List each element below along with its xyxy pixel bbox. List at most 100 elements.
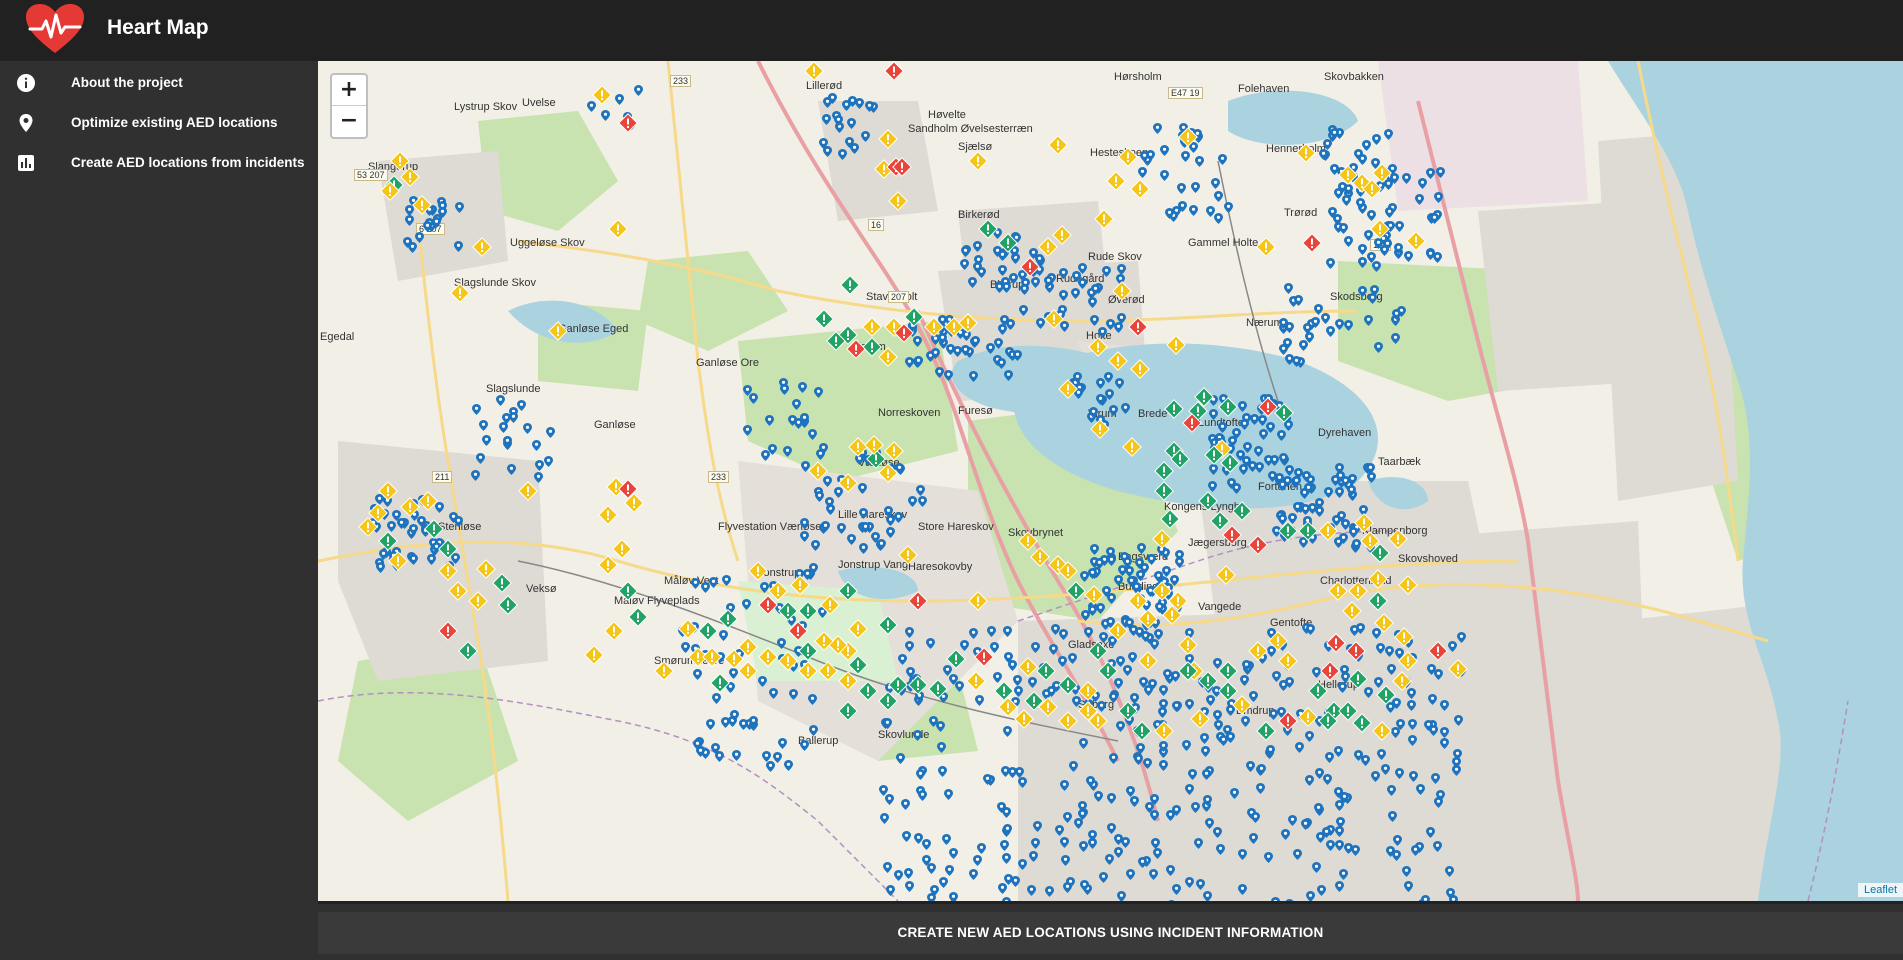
safe-warning-diamond-icon[interactable]: [946, 649, 966, 674]
safe-warning-diamond-icon[interactable]: [1194, 387, 1214, 412]
aed-pin-icon[interactable]: [1018, 303, 1028, 321]
warning-warning-diamond-icon[interactable]: [678, 619, 698, 644]
aed-pin-icon[interactable]: [743, 423, 753, 441]
aed-pin-icon[interactable]: [1435, 165, 1445, 183]
aed-pin-icon[interactable]: [1190, 180, 1200, 198]
aed-pin-icon[interactable]: [1059, 288, 1068, 306]
warning-warning-diamond-icon[interactable]: [1372, 721, 1392, 746]
warning-warning-diamond-icon[interactable]: [818, 661, 838, 686]
aed-pin-icon[interactable]: [961, 343, 971, 361]
warning-warning-diamond-icon[interactable]: [1122, 437, 1142, 462]
warning-warning-diamond-icon[interactable]: [702, 647, 722, 672]
aed-pin-icon[interactable]: [943, 787, 953, 805]
safe-warning-diamond-icon[interactable]: [1132, 721, 1152, 746]
aed-pin-icon[interactable]: [615, 92, 625, 110]
aed-pin-icon[interactable]: [1312, 860, 1322, 878]
aed-pin-icon[interactable]: [1254, 460, 1264, 478]
aed-pin-icon[interactable]: [1314, 801, 1324, 819]
aed-pin-icon[interactable]: [913, 354, 923, 372]
aed-pin-icon[interactable]: [1375, 641, 1385, 659]
aed-pin-icon[interactable]: [859, 506, 869, 524]
warning-warning-diamond-icon[interactable]: [808, 461, 828, 486]
aed-pin-icon[interactable]: [1316, 883, 1326, 901]
aed-pin-icon[interactable]: [1335, 838, 1345, 856]
aed-pin-icon[interactable]: [916, 483, 926, 501]
aed-pin-icon[interactable]: [1194, 154, 1204, 172]
aed-pin-icon[interactable]: [455, 200, 465, 218]
aed-pin-icon[interactable]: [1255, 781, 1265, 799]
safe-warning-diamond-icon[interactable]: [994, 681, 1014, 706]
warning-warning-diamond-icon[interactable]: [958, 313, 978, 338]
warning-warning-diamond-icon[interactable]: [1248, 641, 1268, 666]
aed-pin-icon[interactable]: [1202, 889, 1212, 901]
aed-pin-icon[interactable]: [948, 672, 958, 690]
aed-pin-icon[interactable]: [1231, 481, 1241, 499]
aed-pin-icon[interactable]: [1107, 791, 1117, 809]
danger-warning-diamond-icon[interactable]: [908, 591, 928, 616]
danger-warning-diamond-icon[interactable]: [618, 113, 638, 138]
aed-pin-icon[interactable]: [822, 144, 832, 162]
safe-warning-diamond-icon[interactable]: [1308, 681, 1328, 706]
aed-pin-icon[interactable]: [1003, 624, 1013, 642]
warning-warning-diamond-icon[interactable]: [1370, 219, 1390, 244]
aed-pin-icon[interactable]: [986, 624, 996, 642]
safe-warning-diamond-icon[interactable]: [1318, 711, 1338, 736]
danger-warning-diamond-icon[interactable]: [1278, 711, 1298, 736]
aed-pin-icon[interactable]: [861, 129, 871, 147]
warning-warning-diamond-icon[interactable]: [878, 347, 898, 372]
aed-pin-icon[interactable]: [1090, 542, 1100, 560]
warning-warning-diamond-icon[interactable]: [1088, 337, 1108, 362]
aed-pin-icon[interactable]: [1007, 765, 1017, 783]
aed-pin-icon[interactable]: [857, 481, 867, 499]
aed-pin-icon[interactable]: [934, 365, 944, 383]
warning-warning-diamond-icon[interactable]: [1052, 225, 1072, 250]
aed-pin-icon[interactable]: [1172, 699, 1182, 717]
aed-pin-icon[interactable]: [1343, 234, 1353, 252]
aed-pin-icon[interactable]: [1045, 884, 1055, 901]
aed-pin-icon[interactable]: [1358, 284, 1367, 302]
aed-pin-icon[interactable]: [1324, 750, 1334, 768]
warning-warning-diamond-icon[interactable]: [1094, 209, 1114, 234]
safe-warning-diamond-icon[interactable]: [978, 219, 998, 244]
aed-pin-icon[interactable]: [819, 441, 829, 459]
aed-pin-icon[interactable]: [1032, 819, 1042, 837]
aed-pin-icon[interactable]: [810, 538, 820, 556]
aed-pin-icon[interactable]: [1327, 205, 1337, 223]
aed-pin-icon[interactable]: [1311, 315, 1321, 333]
danger-warning-diamond-icon[interactable]: [892, 157, 912, 182]
warning-warning-diamond-icon[interactable]: [1368, 569, 1388, 594]
warning-warning-diamond-icon[interactable]: [1152, 581, 1172, 606]
warning-warning-diamond-icon[interactable]: [1178, 127, 1198, 152]
aed-pin-icon[interactable]: [1426, 247, 1436, 265]
aed-pin-icon[interactable]: [1088, 828, 1098, 846]
aed-pin-icon[interactable]: [943, 368, 953, 386]
aed-pin-icon[interactable]: [968, 626, 978, 644]
aed-pin-icon[interactable]: [792, 397, 802, 415]
warning-warning-diamond-icon[interactable]: [814, 631, 834, 656]
aed-pin-icon[interactable]: [1049, 642, 1059, 660]
safe-warning-diamond-icon[interactable]: [888, 675, 908, 700]
aed-pin-icon[interactable]: [1087, 566, 1097, 584]
safe-warning-diamond-icon[interactable]: [710, 673, 730, 698]
aed-pin-icon[interactable]: [799, 529, 809, 547]
aed-pin-icon[interactable]: [742, 597, 752, 615]
warning-warning-diamond-icon[interactable]: [412, 195, 432, 220]
aed-pin-icon[interactable]: [1257, 762, 1267, 780]
aed-pin-icon[interactable]: [995, 280, 1005, 298]
aed-pin-icon[interactable]: [1104, 387, 1114, 405]
aed-pin-icon[interactable]: [1391, 307, 1401, 325]
warning-warning-diamond-icon[interactable]: [1178, 635, 1198, 660]
aed-pin-icon[interactable]: [838, 147, 848, 165]
aed-pin-icon[interactable]: [633, 83, 643, 101]
aed-pin-icon[interactable]: [1409, 769, 1419, 787]
warning-warning-diamond-icon[interactable]: [884, 441, 904, 466]
aed-pin-icon[interactable]: [1334, 461, 1344, 479]
aed-pin-icon[interactable]: [822, 95, 832, 113]
aed-pin-icon[interactable]: [813, 385, 823, 403]
aed-pin-icon[interactable]: [1251, 810, 1261, 828]
aed-pin-icon[interactable]: [1423, 718, 1433, 736]
aed-pin-icon[interactable]: [1176, 181, 1186, 199]
warning-warning-diamond-icon[interactable]: [1216, 565, 1236, 590]
aed-pin-icon[interactable]: [1358, 255, 1368, 273]
warning-warning-diamond-icon[interactable]: [368, 503, 388, 528]
